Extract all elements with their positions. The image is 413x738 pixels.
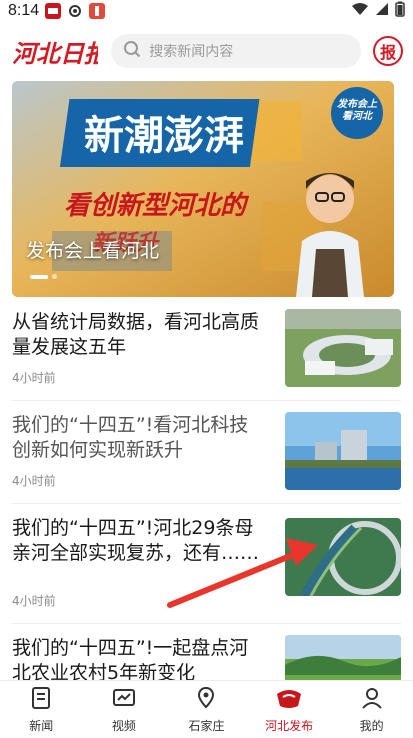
news-list: 从省统计局数据，看河北高质量发展这五年 4小时前 我们的“十四五”!看河北科技创… [0, 298, 413, 727]
profile-icon [359, 685, 385, 714]
news-thumbnail [285, 309, 401, 387]
search-placeholder: 搜索新闻内容 [149, 44, 234, 60]
tab-hebei-publish[interactable]: 河北发布 [248, 681, 331, 738]
settings-notification-icon [67, 3, 83, 19]
tab-shijiazhuang[interactable]: 石家庄 [165, 681, 248, 738]
news-icon [28, 685, 54, 714]
news-title: 我们的“十四五”!河北29条母亲河全部实现复苏，还有…… [12, 517, 260, 564]
status-bar: 8:14 [0, 0, 413, 22]
wifi-icon [351, 2, 369, 20]
news-time: 4小时前 [12, 594, 56, 608]
news-thumbnail [285, 518, 401, 596]
carousel-indicator [30, 274, 57, 279]
news-item[interactable]: 我们的“十四五”!看河北科技创新如何实现新跃升 4小时前 [12, 401, 401, 504]
tab-label: 新闻 [29, 719, 54, 733]
banner-headline-sub: 看创新型河北的 [64, 191, 247, 221]
search-icon [123, 40, 141, 62]
battery-icon [395, 1, 405, 21]
tab-label: 石家庄 [188, 719, 225, 733]
news-title: 从省统计局数据，看河北高质量发展这五年 [12, 311, 260, 358]
banner-caption: 发布会上看河北 [26, 240, 160, 262]
app-header: 河北日报 搜索新闻内容 报 [0, 28, 413, 74]
tab-label: 河北发布 [265, 719, 314, 733]
svg-text:河北日报: 河北日报 [12, 39, 98, 68]
bottom-tab-bar: 新闻 视频 石家庄 河北发布 我的 [0, 680, 413, 738]
search-bar[interactable]: 搜索新闻内容 [111, 34, 362, 68]
hebei-publish-icon [274, 685, 304, 714]
carousel-dot-active [30, 274, 48, 279]
newspaper-button[interactable]: 报 [373, 36, 403, 66]
news-app-notification-icon [45, 3, 62, 19]
tab-video[interactable]: 视频 [83, 681, 166, 738]
carousel-dot [52, 274, 57, 279]
news-thumbnail [285, 412, 401, 490]
tab-news[interactable]: 新闻 [0, 681, 83, 738]
tab-label: 我的 [359, 719, 384, 733]
location-icon [193, 685, 219, 714]
video-icon [111, 685, 137, 714]
banner-carousel[interactable]: 新潮澎湃 看创新型河北的 新跃升 发布会上看河北 发布会上看河北 [12, 81, 394, 297]
tab-label: 视频 [111, 719, 136, 733]
news-time: 4小时前 [12, 474, 56, 488]
status-time: 8:14 [8, 2, 40, 19]
tab-profile[interactable]: 我的 [330, 681, 413, 738]
banner-headline-big: 新潮澎湃 [84, 112, 244, 159]
news-item[interactable]: 我们的“十四五”!河北29条母亲河全部实现复苏，还有…… 4小时前 [12, 504, 401, 624]
news-title: 我们的“十四五”!一起盘点河北农业农村5年新变化 [12, 637, 249, 684]
banner-corner-tag: 发布会上看河北 [337, 99, 377, 122]
news-time: 4小时前 [12, 371, 56, 385]
news-title: 我们的“十四五”!看河北科技创新如何实现新跃升 [12, 414, 249, 461]
news-item[interactable]: 从省统计局数据，看河北高质量发展这五年 4小时前 [12, 298, 401, 401]
signal-icon [375, 2, 389, 20]
app-notification-icon [89, 3, 106, 19]
hebei-daily-logo: 河北日报 [10, 31, 99, 71]
